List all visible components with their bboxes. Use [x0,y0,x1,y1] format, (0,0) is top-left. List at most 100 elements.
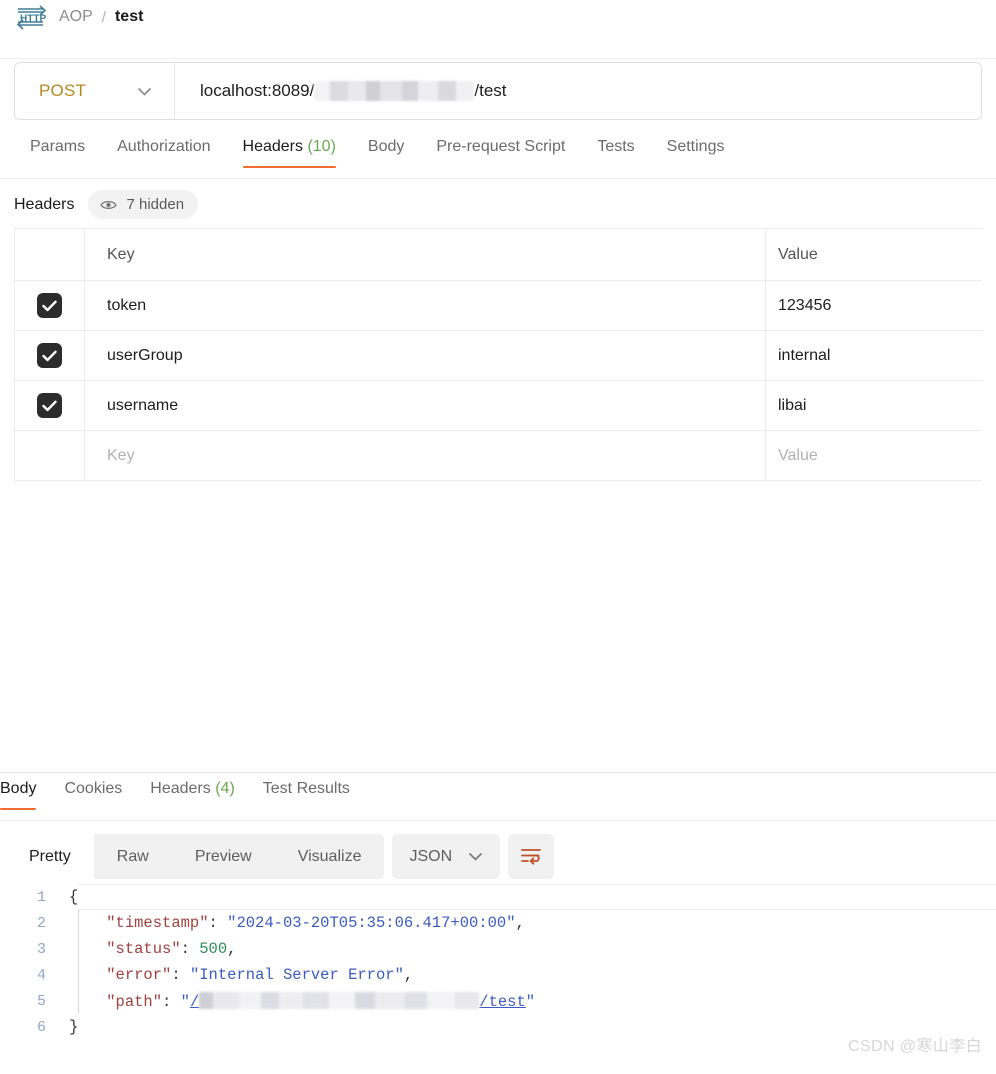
header-key[interactable]: username [107,397,178,415]
breadcrumb: HTTP AOP / test [0,0,996,34]
json-value: 500 [199,940,228,958]
http-method-label: POST [39,81,87,100]
new-header-value-input[interactable]: Value [778,447,818,465]
code-line: 4 "error": "Internal Server Error", [0,962,996,988]
json-key: "error" [106,966,172,984]
row-checkbox-cell [15,381,85,430]
code-line: 3 "status": 500, [0,936,996,962]
row-checkbox[interactable] [37,393,62,418]
column-header-value: Value [778,245,818,263]
response-tab-headers[interactable]: Headers (4) [136,778,249,810]
new-header-key-input[interactable]: Key [107,447,135,465]
tab-label: Body [367,138,405,155]
view-mode-raw[interactable]: Raw [94,834,172,879]
json-key: "status" [106,940,181,958]
request-tabs: Params Authorization Headers (10) Body P… [0,134,996,178]
tab-params[interactable]: Params [14,134,101,168]
word-wrap-icon [520,847,542,867]
tab-tests[interactable]: Tests [581,134,650,168]
response-tab-cookies[interactable]: Cookies [50,778,136,810]
view-mode-group: Pretty Raw Preview Visualize [6,834,385,879]
column-header-key: Key [107,245,135,263]
url-input[interactable]: localhost:8089/ /test [175,63,981,119]
tab-count: (10) [307,138,336,155]
json-key: "path" [106,992,163,1011]
header-key[interactable]: token [107,297,146,315]
line-number: 4 [36,966,46,984]
tab-authorization[interactable]: Authorization [101,134,226,168]
row-checkbox[interactable] [37,293,62,318]
line-number: 2 [36,914,46,932]
code-line: 6 } [0,1014,996,1040]
json-path-prefix[interactable]: / [190,993,199,1011]
view-mode-preview[interactable]: Preview [172,834,275,879]
svg-text:HTTP: HTTP [20,14,46,25]
json-value: "Internal Server Error" [189,966,404,984]
row-checkbox-cell [15,431,85,480]
response-tabs: Body Cookies Headers (4) Test Results [0,778,996,820]
code-text: } [69,1018,79,1036]
row-checkbox[interactable] [37,343,62,368]
tab-settings[interactable]: Settings [651,134,741,168]
json-colon: : [162,992,181,1011]
table-header-row: Key Value [15,229,982,281]
json-colon: : [171,966,190,984]
tab-headers[interactable]: Headers (10) [227,134,352,168]
view-mode-pretty[interactable]: Pretty [6,834,94,879]
url-redacted-segment [314,81,475,101]
header-value[interactable]: libai [778,397,806,415]
tab-label: Tests [597,138,635,155]
breadcrumb-request-name[interactable]: test [115,8,143,26]
header-key[interactable]: userGroup [107,347,183,365]
table-row: username libai [15,381,982,431]
tab-count: (4) [215,780,235,797]
language-label: JSON [409,847,453,865]
headers-title: Headers [14,195,75,213]
tab-label: Pre-request Script [436,138,566,155]
header-divider [0,58,996,59]
tab-label: Headers [150,780,211,797]
header-value[interactable]: internal [778,347,830,365]
chevron-down-icon [468,852,483,861]
json-quote-close: " [525,992,536,1011]
view-mode-visualize[interactable]: Visualize [275,834,385,879]
line-number: 6 [36,1018,46,1036]
headers-section-header: Headers 7 hidden [14,190,199,219]
chevron-down-icon [137,87,152,96]
json-path-suffix[interactable]: /test [479,993,526,1011]
response-tab-body[interactable]: Body [0,778,50,810]
tab-label: Params [30,138,86,155]
response-tab-test-results[interactable]: Test Results [249,778,364,810]
watermark: CSDN @寒山李白 [847,1038,982,1055]
hidden-headers-toggle[interactable]: 7 hidden [88,190,199,219]
row-checkbox-cell [15,281,85,330]
word-wrap-button[interactable] [508,834,555,879]
table-row-new: Key Value [15,431,982,481]
language-select[interactable]: JSON [392,834,501,879]
code-line: 5 "path": "//test" [0,988,996,1014]
response-body-viewer[interactable]: 1 { 2 "timestamp": "2024-03-20T05:35:06.… [0,884,996,1056]
json-path-redacted [199,991,480,1009]
tab-label: Test Results [262,780,350,797]
hidden-headers-label: 7 hidden [126,196,185,213]
http-method-select[interactable]: POST [15,63,175,119]
breadcrumb-separator: / [101,8,106,26]
header-checkbox-cell [15,229,85,280]
eye-icon [100,199,118,211]
url-bar: POST localhost:8089/ /test [14,62,982,120]
header-value[interactable]: 123456 [778,297,831,315]
tab-label: Authorization [117,138,211,155]
tab-pre-request-script[interactable]: Pre-request Script [420,134,581,168]
tab-body[interactable]: Body [352,134,420,168]
breadcrumb-collection[interactable]: AOP [59,8,93,26]
tab-label: Cookies [64,780,123,797]
line-number: 3 [36,940,46,958]
tab-label: Body [0,780,37,797]
json-comma: , [515,914,525,932]
tab-label: Settings [666,138,725,155]
json-colon: : [180,940,200,958]
json-comma: , [403,966,414,984]
response-divider [0,772,996,773]
postman-request-screen: HTTP AOP / test POST localhost:8089//tes… [0,0,996,1074]
json-comma: , [227,940,237,958]
